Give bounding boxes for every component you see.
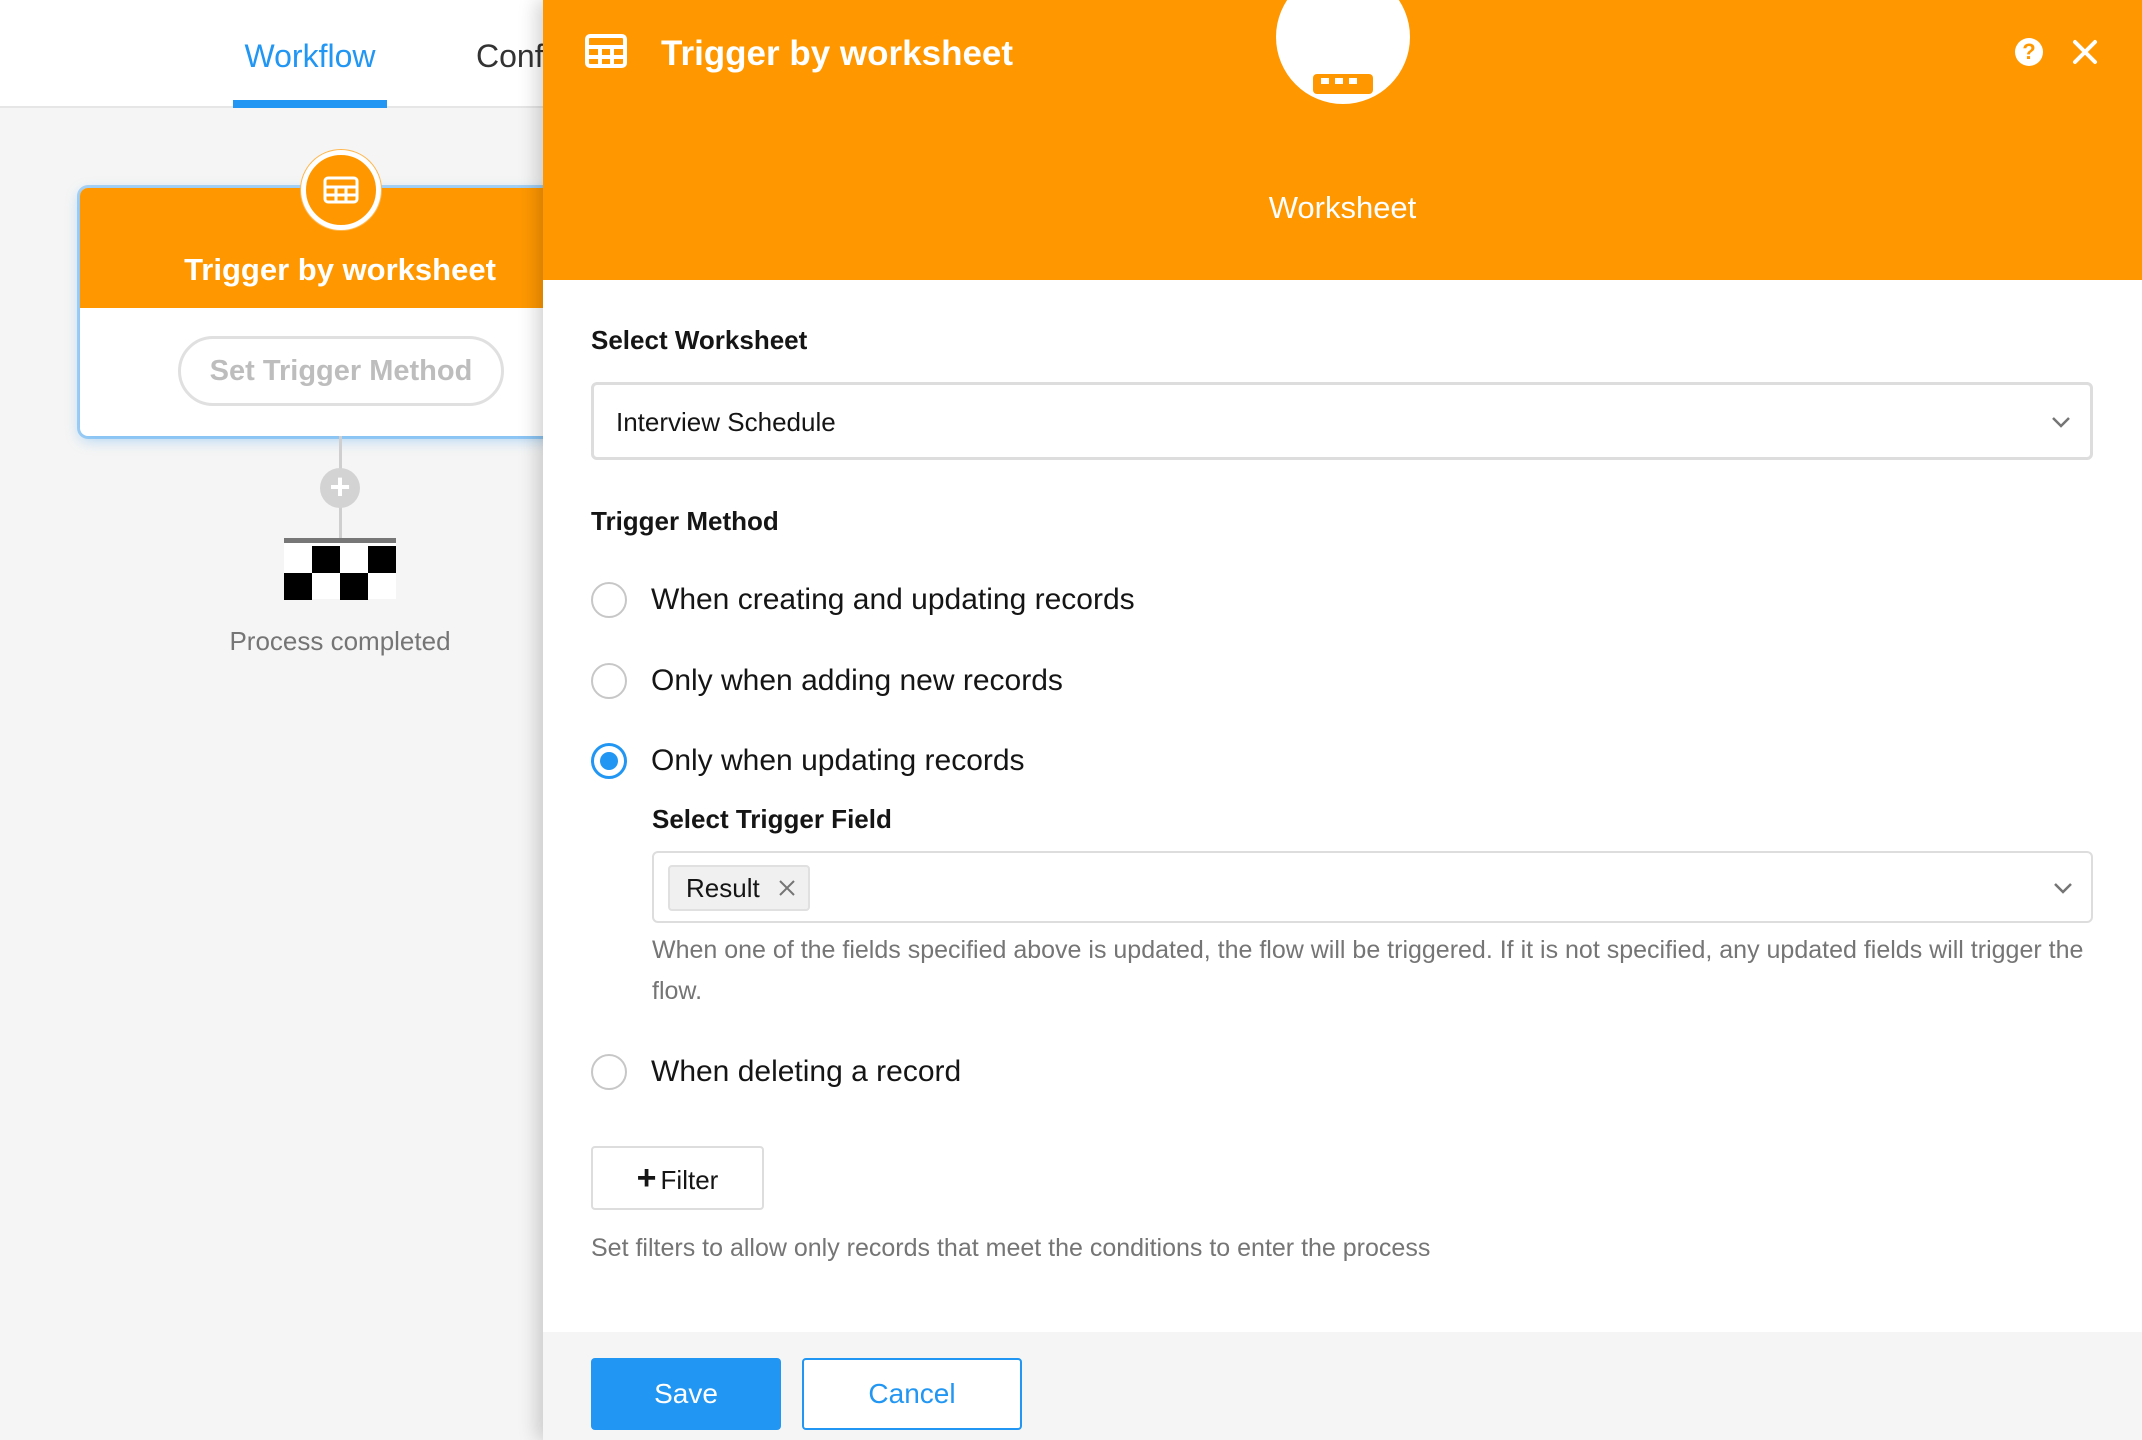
radio-label: Only when adding new records xyxy=(651,664,1063,697)
radio-button[interactable] xyxy=(591,582,627,618)
tab-workflow[interactable]: Workflow xyxy=(233,0,387,108)
trigger-method-label: Trigger Method xyxy=(591,506,779,536)
help-icon[interactable]: ? xyxy=(2015,38,2043,66)
field-tag-label: Result xyxy=(686,873,760,903)
plus-icon[interactable]: + xyxy=(320,468,360,508)
worksheet-select-value: Interview Schedule xyxy=(616,407,836,437)
save-button[interactable]: Save xyxy=(591,1358,781,1430)
chevron-down-icon xyxy=(2052,417,2070,428)
filter-hint: Set filters to allow only records that m… xyxy=(591,1234,1431,1262)
table-icon xyxy=(301,150,381,230)
select-trigger-field-label: Select Trigger Field xyxy=(652,804,892,834)
select-worksheet-label: Select Worksheet xyxy=(591,325,808,355)
tab-config[interactable]: Conf xyxy=(476,0,544,108)
plus-icon: + xyxy=(636,1159,657,1197)
field-tag: Result xyxy=(668,865,810,911)
worksheet-hero-icon xyxy=(1276,0,1410,104)
close-icon[interactable] xyxy=(778,879,796,897)
hero-label: Worksheet xyxy=(1268,190,1417,225)
radio-label: When creating and updating records xyxy=(651,583,1135,616)
worksheet-select[interactable]: Interview Schedule xyxy=(591,382,2093,460)
trigger-field-hint: When one of the fields specified above i… xyxy=(652,936,2084,1005)
chevron-down-icon xyxy=(2054,883,2072,894)
radio-add-only[interactable]: Only when adding new records xyxy=(591,661,1063,701)
radio-button-selected[interactable] xyxy=(591,743,627,779)
drawer-body: Select Worksheet Interview Schedule Trig… xyxy=(543,280,2142,1332)
set-trigger-method-button[interactable]: Set Trigger Method xyxy=(178,336,504,406)
trigger-config-drawer: Trigger by worksheet ? Worksheet Select … xyxy=(543,0,2142,1440)
radio-update-only[interactable]: Only when updating records xyxy=(591,741,1025,781)
drawer-footer: Save Cancel xyxy=(543,1332,2142,1440)
trigger-node-title: Trigger by worksheet xyxy=(184,252,496,287)
radio-label: When deleting a record xyxy=(651,1055,962,1088)
active-tab-indicator xyxy=(233,100,387,108)
drawer-header: Trigger by worksheet ? Worksheet xyxy=(543,0,2142,280)
drawer-title: Trigger by worksheet xyxy=(661,34,1014,73)
checkered-flag-icon xyxy=(284,538,396,600)
filter-button-label: Filter xyxy=(660,1165,719,1195)
cancel-button[interactable]: Cancel xyxy=(802,1358,1022,1430)
radio-button[interactable] xyxy=(591,663,627,699)
radio-label: Only when updating records xyxy=(651,744,1025,777)
close-icon[interactable] xyxy=(2067,34,2103,70)
radio-delete[interactable]: When deleting a record xyxy=(591,1052,961,1092)
process-completed-label: Process completed xyxy=(229,626,451,656)
radio-create-update[interactable]: When creating and updating records xyxy=(591,580,1135,620)
trigger-field-select[interactable]: Result xyxy=(652,851,2093,923)
table-icon xyxy=(585,34,627,68)
radio-button[interactable] xyxy=(591,1054,627,1090)
add-filter-button[interactable]: + Filter xyxy=(591,1146,764,1210)
